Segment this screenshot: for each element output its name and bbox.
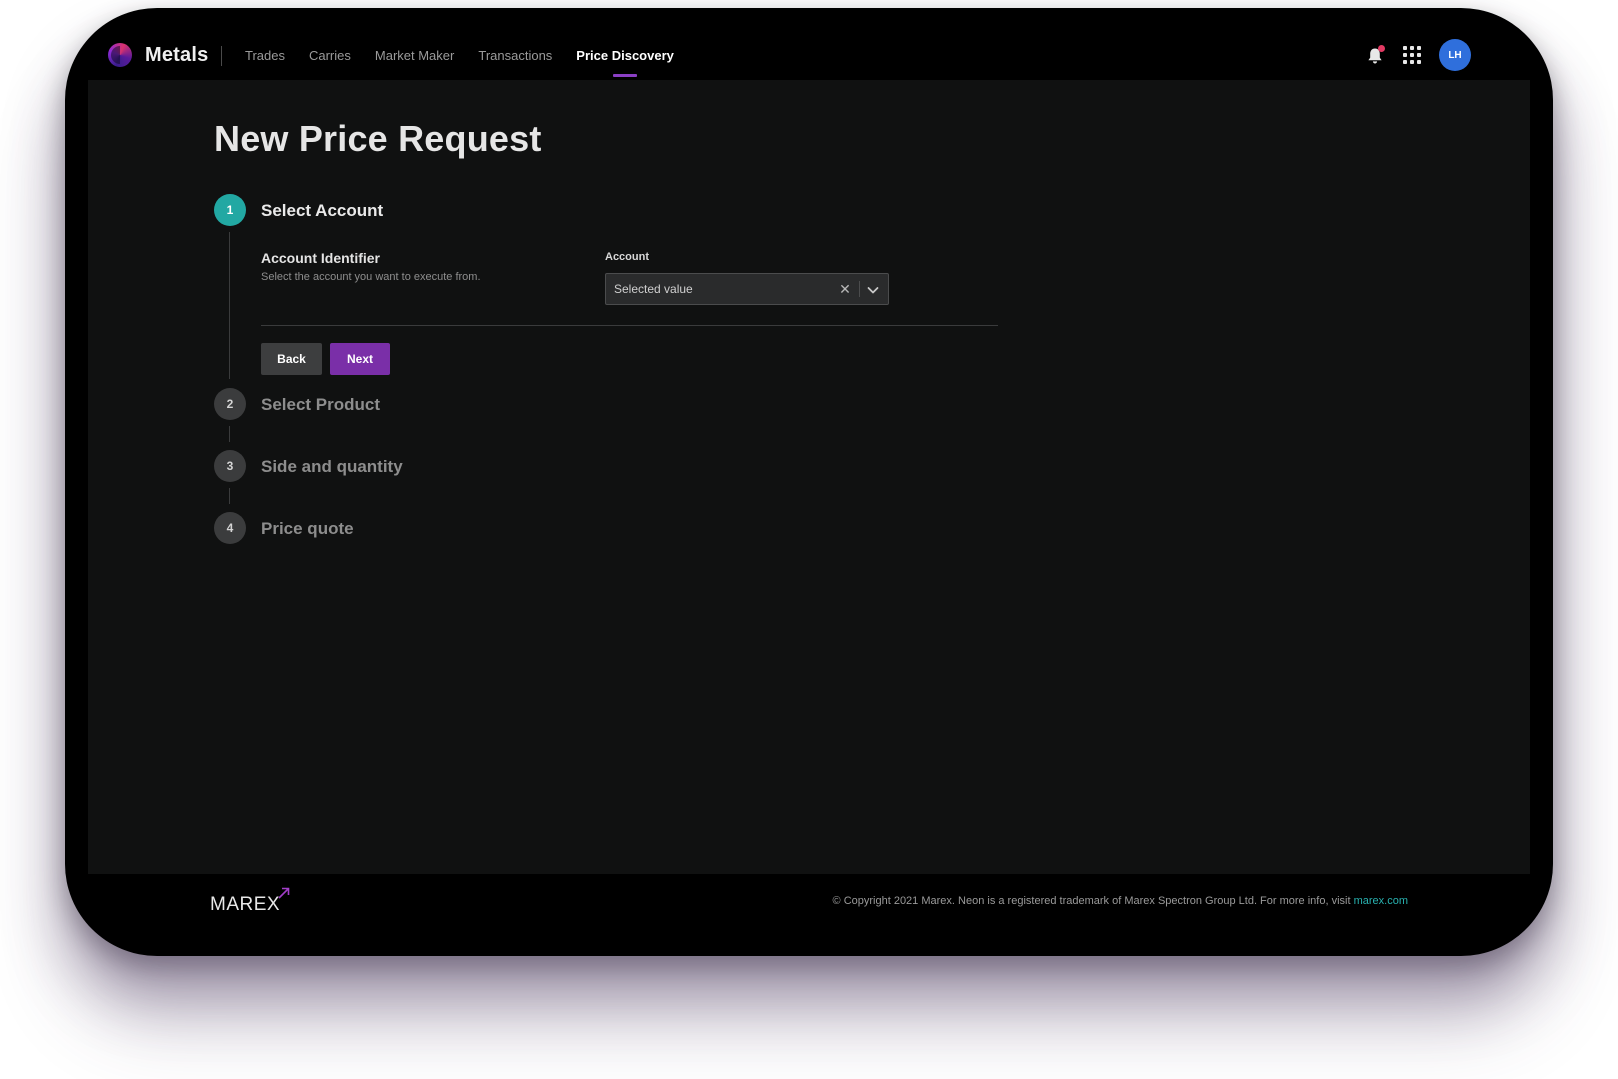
- nav-divider: [221, 46, 222, 66]
- step-4-indicator: 4: [214, 512, 246, 544]
- nav-item-transactions[interactable]: Transactions: [478, 48, 552, 63]
- account-identifier-title: Account Identifier: [261, 250, 381, 266]
- step-connector: [229, 232, 230, 379]
- account-select-value: Selected value: [614, 282, 693, 296]
- app-name[interactable]: Metals: [145, 44, 208, 67]
- copyright-text: © Copyright 2021 Marex. Neon is a regist…: [832, 895, 1354, 907]
- app-logo-icon[interactable]: [108, 43, 132, 67]
- step-1-label[interactable]: Select Account: [261, 201, 383, 221]
- account-identifier-description: Select the account you want to execute f…: [261, 271, 481, 283]
- marex-logo[interactable]: MAREX: [210, 887, 300, 918]
- back-button[interactable]: Back: [261, 343, 322, 375]
- marex-link[interactable]: marex.com: [1354, 895, 1408, 907]
- step-1-indicator: 1: [214, 194, 246, 226]
- nav-item-market-maker[interactable]: Market Maker: [375, 48, 454, 63]
- main-nav: Trades Carries Market Maker Transactions…: [245, 48, 698, 77]
- nav-item-trades[interactable]: Trades: [245, 48, 285, 63]
- next-button[interactable]: Next: [330, 343, 390, 375]
- step-connector: [229, 488, 230, 504]
- page-title: New Price Request: [214, 118, 542, 159]
- account-select-label: Account: [605, 251, 649, 263]
- select-separator: [859, 281, 860, 297]
- account-select[interactable]: Selected value ✕: [605, 273, 889, 305]
- step-2-label[interactable]: Select Product: [261, 395, 380, 415]
- bell-icon[interactable]: [1364, 45, 1386, 67]
- marex-logo-text: MAREX: [210, 894, 281, 915]
- logo-arrow-icon: [278, 887, 290, 899]
- step-4-label[interactable]: Price quote: [261, 519, 354, 539]
- nav-item-price-discovery[interactable]: Price Discovery: [576, 48, 674, 77]
- notification-dot: [1378, 45, 1385, 52]
- section-divider: [261, 325, 998, 326]
- device-frame: Metals Trades Carries Market Maker Trans…: [65, 8, 1553, 956]
- top-navigation-bar: Metals Trades Carries Market Maker Trans…: [65, 8, 1553, 80]
- main-content: New Price Request 1 Select Account Accou…: [88, 80, 1530, 874]
- step-3-indicator: 3: [214, 450, 246, 482]
- close-icon[interactable]: ✕: [837, 280, 853, 298]
- user-avatar[interactable]: LH: [1439, 39, 1471, 71]
- step-connector: [229, 426, 230, 442]
- step-3-label[interactable]: Side and quantity: [261, 457, 403, 477]
- nav-item-carries[interactable]: Carries: [309, 48, 351, 63]
- chevron-down-icon[interactable]: [865, 282, 881, 298]
- footer-copyright: © Copyright 2021 Marex. Neon is a regist…: [833, 895, 1408, 907]
- apps-grid-icon[interactable]: [1403, 46, 1421, 64]
- step-2-indicator: 2: [214, 388, 246, 420]
